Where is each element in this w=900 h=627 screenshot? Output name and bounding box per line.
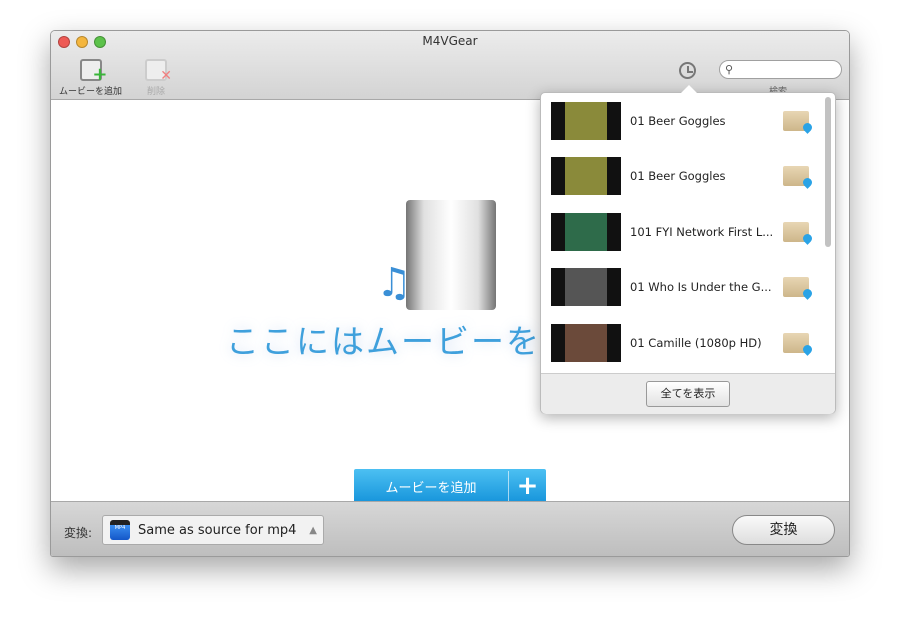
delete-button[interactable]: ✕ 削除 xyxy=(145,59,172,97)
video-thumbnail xyxy=(551,268,621,307)
video-thumbnail xyxy=(551,212,621,251)
history-item[interactable]: 101 FYI Network First L... xyxy=(541,204,823,260)
convert-format-label: 変換: xyxy=(64,526,93,540)
format-value: Same as source for mp4 xyxy=(138,522,297,538)
history-popover: 01 Beer Goggles 01 Beer Goggles 101 FYI Ne… xyxy=(540,85,836,414)
delete-file-icon: ✕ xyxy=(145,59,172,84)
delete-label: 削除 xyxy=(146,87,165,97)
add-movie-label: ムービーを追加 xyxy=(59,87,123,97)
plus-icon: + xyxy=(508,471,546,501)
history-item[interactable]: 01 Who Is Under the G... xyxy=(541,260,823,316)
search-input[interactable] xyxy=(719,60,842,79)
open-folder-icon[interactable] xyxy=(783,277,809,298)
drop-hint: ここにはムービーを xyxy=(226,322,541,361)
history-item[interactable]: 01 Beer Goggles xyxy=(541,149,823,205)
mp4-icon: MP4 xyxy=(110,520,130,540)
history-item[interactable]: 01 Beer Goggles xyxy=(541,93,823,149)
window-title: M4VGear xyxy=(422,34,478,48)
add-file-icon: + xyxy=(79,59,108,85)
history-item-title: 01 Camille (1080p HD) xyxy=(630,335,762,350)
format-select[interactable]: MP4 Same as source for mp4 ▲ xyxy=(102,515,324,545)
open-folder-icon[interactable] xyxy=(783,332,809,353)
chevron-up-icon: ▲ xyxy=(309,524,317,536)
history-item[interactable]: 01 Camille (1080p HD) xyxy=(541,315,823,371)
open-folder-icon[interactable] xyxy=(783,110,809,131)
open-folder-icon[interactable] xyxy=(783,221,809,242)
toolbar: M4VGear + ムービーを追加 ✕ 削除 ⚲ 検索 xyxy=(51,31,849,100)
video-thumbnail xyxy=(551,323,621,362)
video-thumbnail xyxy=(551,157,621,196)
open-folder-icon[interactable] xyxy=(783,166,809,187)
add-movie-main-label: ムービーを追加 xyxy=(385,480,477,496)
film-icon xyxy=(406,200,496,310)
video-thumbnail xyxy=(551,101,621,140)
music-note-icon: ♫ xyxy=(376,260,412,306)
add-movie-main-button[interactable]: ムービーを追加 + xyxy=(354,469,546,503)
history-list: 01 Beer Goggles 01 Beer Goggles 101 FYI Ne… xyxy=(541,93,823,373)
add-movie-button[interactable]: + ムービーを追加 xyxy=(59,59,122,97)
history-item-title: 01 Beer Goggles xyxy=(630,113,726,128)
history-item-title: 01 Beer Goggles xyxy=(630,169,726,184)
convert-button[interactable]: 変換 xyxy=(732,515,835,545)
history-item-title: 101 FYI Network First L... xyxy=(630,224,774,239)
scrollbar[interactable] xyxy=(825,97,831,247)
bottom-bar: 変換: MP4 Same as source for mp4 ▲ 変換 xyxy=(51,501,849,556)
history-clock-icon[interactable] xyxy=(679,62,696,79)
search-icon: ⚲ xyxy=(725,63,734,76)
history-item-title: 01 Who Is Under the G... xyxy=(630,280,772,295)
show-all-button[interactable]: 全てを表示 xyxy=(646,381,730,407)
popover-footer: 全てを表示 xyxy=(541,373,835,414)
